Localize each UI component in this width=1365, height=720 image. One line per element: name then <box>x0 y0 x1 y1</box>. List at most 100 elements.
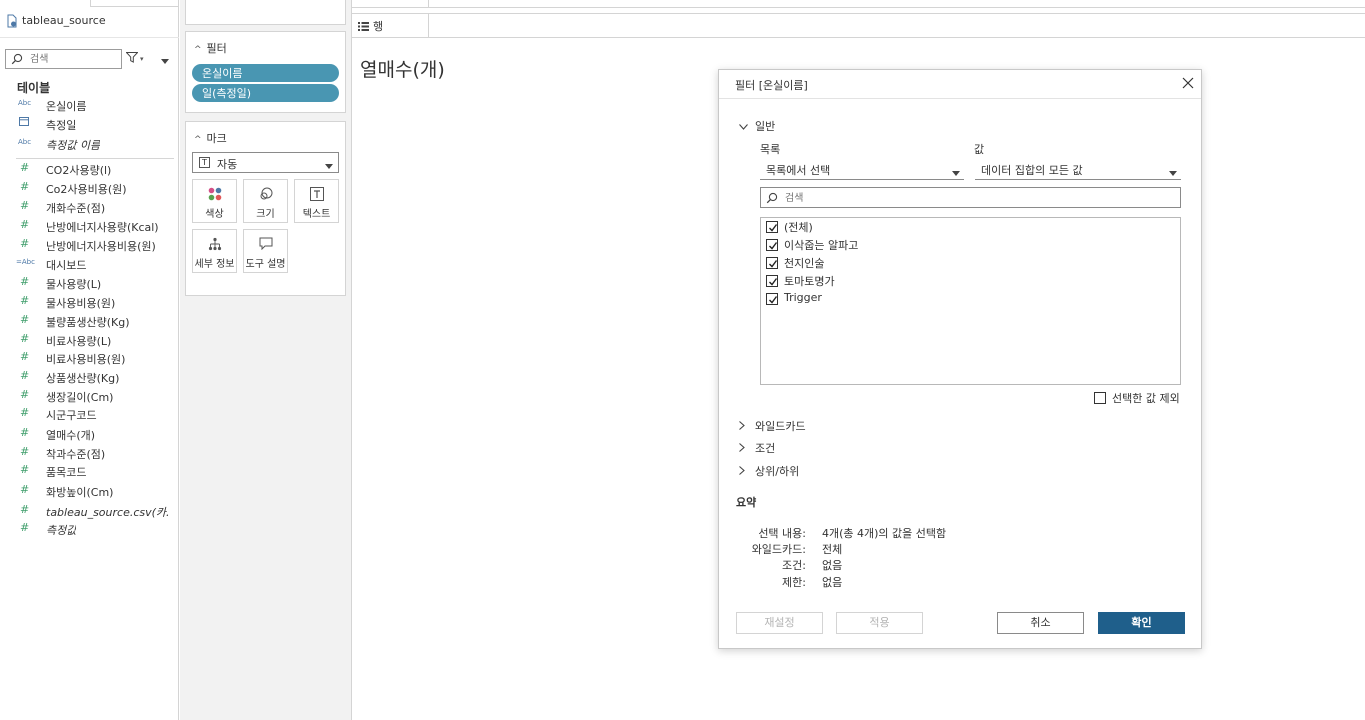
field-item[interactable]: Abc 측정값 이름 <box>0 136 179 154</box>
sheet-title[interactable]: 열매수(개) <box>360 55 445 82</box>
color-icon <box>193 187 236 203</box>
marks-card: ^ 마크 T 자동 색상 크기 텍스트 세부 정보 도구 설명 <box>185 121 346 296</box>
ok-button[interactable]: 확인 <box>1098 612 1185 634</box>
field-name: 생장길이(Cm) <box>46 391 114 404</box>
close-icon[interactable] <box>1182 77 1194 92</box>
filter-caret-icon[interactable]: ▾ <box>140 55 144 63</box>
color-mark-button[interactable]: 색상 <box>192 179 237 223</box>
list-mode-select[interactable]: 목록에서 선택 <box>760 158 964 180</box>
field-name: 착과수준(점) <box>46 448 106 461</box>
text-mark-icon: T <box>199 157 210 168</box>
rows-label: 행 <box>373 20 384 33</box>
filters-card-header[interactable]: ^ 필터 <box>194 40 227 56</box>
summary-value: 없음 <box>822 559 843 572</box>
list-item-label: 이삭줍는 알파고 <box>784 239 859 252</box>
list-item-label: Trigger <box>784 291 822 304</box>
list-mode-value: 목록에서 선택 <box>766 164 831 177</box>
field-item[interactable]: # 비료사용량(L) <box>0 332 179 350</box>
field-name: 측정값 <box>46 524 77 537</box>
field-item[interactable]: # 생장길이(Cm) <box>0 388 179 406</box>
checkbox[interactable] <box>766 275 778 287</box>
field-name: 난방에너지사용량(Kcal) <box>46 221 159 234</box>
field-name: 개화수준(점) <box>46 202 106 215</box>
rows-icon <box>358 21 369 34</box>
field-item[interactable]: # 측정값 <box>0 521 179 539</box>
list-item-label: (전체) <box>784 221 813 234</box>
field-item[interactable]: # 난방에너지사용량(Kcal) <box>0 218 179 236</box>
measure-type-icon: # <box>20 483 30 496</box>
field-name: 대시보드 <box>46 259 87 272</box>
field-item[interactable]: # 상품생산량(Kg) <box>0 369 179 387</box>
field-search-box[interactable] <box>5 49 122 69</box>
dialog-search-input[interactable] <box>785 191 1165 205</box>
list-item-label: 토마토명가 <box>784 275 835 288</box>
field-item[interactable]: # 개화수준(점) <box>0 199 179 217</box>
measure-type-icon: # <box>20 388 30 401</box>
summary-row: 제한: 없음 <box>719 574 1199 590</box>
field-item[interactable]: # 시군구코드 <box>0 406 179 424</box>
rows-shelf[interactable]: 행 <box>352 13 1365 38</box>
checkbox[interactable] <box>766 239 778 251</box>
detail-mark-button[interactable]: 세부 정보 <box>192 229 237 273</box>
field-item[interactable]: # 불량품생산량(Kg) <box>0 313 179 331</box>
field-item[interactable]: # 물사용량(L) <box>0 275 179 293</box>
field-item[interactable]: 측정일 <box>0 116 179 134</box>
field-item[interactable]: =Abc 대시보드 <box>0 256 179 274</box>
tooltip-mark-button[interactable]: 도구 설명 <box>243 229 288 273</box>
field-item[interactable]: Abc 온실이름 <box>0 97 179 115</box>
value-source-select[interactable]: 데이터 집합의 모든 값 <box>975 158 1181 180</box>
checkbox[interactable] <box>766 257 778 269</box>
mark-button-label: 세부 정보 <box>194 259 235 270</box>
summary-key: 선택 내용: <box>758 527 806 540</box>
pane-menu-caret-icon[interactable] <box>161 54 169 67</box>
field-item[interactable]: # 비료사용비용(원) <box>0 350 179 368</box>
field-name: 난방에너지사용비용(원) <box>46 240 156 253</box>
dialog-search-box[interactable] <box>760 187 1181 208</box>
measure-type-icon: # <box>20 180 30 193</box>
filter-pill[interactable]: 일(측정일) <box>192 84 339 102</box>
field-item[interactable]: # 착과수준(점) <box>0 445 179 463</box>
size-mark-button[interactable]: 크기 <box>243 179 288 223</box>
summary-row: 선택 내용: 4개(총 4개)의 값을 선택함 <box>719 525 1199 541</box>
chevron-up-icon[interactable]: ^ <box>194 135 202 145</box>
mark-button-label: 텍스트 <box>302 209 331 220</box>
field-item[interactable]: # tableau_source.csv(카... <box>0 503 179 521</box>
field-search-input[interactable] <box>30 52 118 66</box>
field-item[interactable]: # 난방에너지사용비용(원) <box>0 237 179 255</box>
chevron-up-icon[interactable]: ^ <box>194 45 202 55</box>
checkbox[interactable] <box>766 293 778 305</box>
condition-section-header[interactable]: 조건 <box>739 440 775 456</box>
field-name: 화방높이(Cm) <box>46 486 114 499</box>
filter-pill[interactable]: 온실이름 <box>192 64 339 82</box>
funnel-icon[interactable] <box>125 52 139 66</box>
columns-shelf[interactable] <box>352 0 1365 8</box>
value-label: 값 <box>974 143 985 156</box>
marks-card-header[interactable]: ^ 마크 <box>194 130 227 146</box>
field-item[interactable]: # CO2사용량(l) <box>0 161 179 179</box>
wildcard-section-header[interactable]: 와일드카드 <box>739 418 806 434</box>
text-mark-button[interactable]: 텍스트 <box>294 179 339 223</box>
dialog-title: 필터 [온실이름] <box>735 79 808 92</box>
measure-type-icon: # <box>20 463 30 476</box>
mark-button-label: 색상 <box>205 209 224 220</box>
mark-type-label: 자동 <box>217 158 238 171</box>
exclude-selected-option[interactable]: 선택한 값 제외 <box>1094 390 1204 406</box>
apply-button[interactable]: 적용 <box>836 612 923 634</box>
field-item[interactable]: # 품목코드 <box>0 463 179 481</box>
general-section-header[interactable]: 일반 <box>739 118 775 134</box>
datasource-row[interactable]: tableau_source <box>0 0 179 38</box>
reset-button[interactable]: 재설정 <box>736 612 823 634</box>
cancel-button[interactable]: 취소 <box>997 612 1084 634</box>
marks-title: 마크 <box>206 132 227 145</box>
value-list[interactable]: (전체) 이삭줍는 알파고 천지인술 토마토명가 Trigger <box>760 217 1181 385</box>
top-bottom-section-header[interactable]: 상위/하위 <box>739 463 799 479</box>
field-item[interactable]: # 물사용비용(원) <box>0 294 179 312</box>
field-item[interactable]: # 열매수(개) <box>0 426 179 444</box>
mark-type-dropdown[interactable]: T 자동 <box>192 152 339 173</box>
field-item[interactable]: # 화방높이(Cm) <box>0 483 179 501</box>
field-name: 물사용량(L) <box>46 278 102 291</box>
summary-value: 없음 <box>822 576 843 589</box>
exclude-checkbox[interactable] <box>1094 392 1106 404</box>
checkbox[interactable] <box>766 221 778 233</box>
field-item[interactable]: # Co2사용비용(원) <box>0 180 179 198</box>
